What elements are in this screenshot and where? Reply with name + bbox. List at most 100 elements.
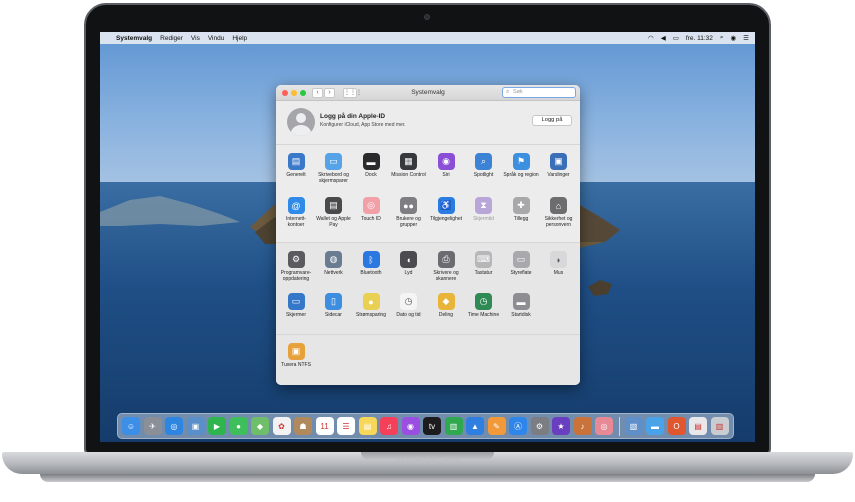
messages-icon[interactable]: ● [229, 417, 248, 435]
pref-item[interactable]: ◎ Touch ID [353, 197, 389, 223]
maps-icon[interactable]: ◆ [251, 417, 269, 435]
touch-id-dock-icon[interactable]: ◎ [595, 417, 613, 435]
sidecar-icon: ▯ [325, 293, 342, 310]
spotlight-icon: ⌕ [475, 153, 492, 170]
pref-item-label: Internett-kontoer [285, 216, 306, 228]
pref-item[interactable]: ♿ Tilgjengelighet [428, 197, 464, 223]
pref-item[interactable]: ▤ Generelt [278, 153, 314, 179]
photos-viewer-icon[interactable]: ▣ [186, 417, 205, 435]
documents-icon[interactable]: ▤ [689, 417, 707, 435]
app-store-icon[interactable]: Ⓐ [509, 417, 527, 435]
folder-icon[interactable]: ▬ [646, 417, 664, 435]
apple-id-subtitle: Konfigurer iCloud, App Store med mer. [320, 122, 406, 128]
pref-item[interactable]: ✚ Tillegg [503, 197, 539, 223]
pref-item[interactable]: ⌕ Spotlight [466, 153, 502, 179]
internet-accounts-icon: @ [287, 197, 305, 214]
control-menu-icon[interactable]: ☰ [743, 34, 749, 42]
pref-item[interactable]: ●● Brukere og grupper [391, 197, 427, 228]
music-icon[interactable]: ♫ [380, 417, 398, 435]
tv-icon[interactable]: tv [423, 417, 441, 435]
pref-item-label: Tilgjengelighet [429, 216, 463, 222]
facetime-icon[interactable]: ▶ [208, 417, 226, 435]
system-preferences-window: ‹ › ⋮⋮⋮ Systemvalg ⌕ Søk Logg på din App… [276, 85, 580, 385]
pref-item[interactable]: ▣ Tuxera NTFS [278, 343, 314, 369]
login-button[interactable]: Logg på [532, 115, 572, 126]
pref-item[interactable]: ▯ Sidecar [316, 293, 352, 319]
pref-item[interactable]: ◷ Dato og tid [391, 293, 427, 319]
software-update-icon: ⚙ [287, 251, 305, 268]
pref-item[interactable]: ▤ Wallet og Apple Pay [316, 197, 352, 228]
trash-icon[interactable]: ▥ [710, 417, 729, 435]
battery-icon[interactable]: ▭ [673, 34, 679, 42]
pref-item[interactable]: ◖ Lyd [391, 251, 427, 277]
pref-item[interactable]: @ Internett-kontoer [278, 197, 314, 228]
pref-item[interactable]: ◍ Nettverk [316, 251, 352, 277]
search-field[interactable]: ⌕ Søk [502, 87, 576, 98]
pref-item[interactable]: ● Strømsparing [353, 293, 389, 319]
mouse-icon: ◗ [550, 251, 567, 268]
search-menu-icon[interactable]: ⌕ [720, 34, 724, 42]
pref-item[interactable]: ◉ Siri [428, 153, 464, 179]
photos-icon[interactable]: ✿ [272, 417, 291, 435]
menu-app-name[interactable]: Systemvalg [116, 35, 152, 42]
pref-item[interactable]: ▦ Mission Control [391, 153, 427, 179]
pages-icon[interactable]: ✎ [487, 417, 506, 435]
printer-icon: ⎙ [437, 251, 455, 268]
wallet-icon: ▤ [325, 197, 342, 214]
garageband-icon[interactable]: ♪ [573, 417, 592, 435]
pref-item[interactable]: ⚙ Programvare-oppdatering [278, 251, 314, 282]
title-bar: ‹ › ⋮⋮⋮ Systemvalg ⌕ Søk [276, 85, 580, 101]
pref-item[interactable]: ⌂ Sikkerhet og personvern [541, 197, 577, 228]
menu-clock[interactable]: fre. 11:32 [686, 35, 713, 42]
podcasts-icon[interactable]: ◉ [401, 417, 420, 435]
dock-separator [618, 417, 620, 436]
pref-item[interactable]: ⌨ Tastatur [466, 251, 502, 277]
pref-item[interactable]: ᛒ Bluetooth [353, 251, 389, 277]
safari-icon[interactable]: ◎ [165, 417, 183, 435]
reminders-icon[interactable]: ☰ [337, 417, 355, 435]
status-area: ◠ ◀ ▭ fre. 11:32 ⌕ ◉ ☰ [648, 32, 749, 44]
wifi-icon[interactable]: ◠ [648, 34, 654, 42]
keynote-icon[interactable]: ▲ [466, 417, 484, 435]
system-preferences-icon[interactable]: ⚙ [530, 417, 549, 435]
screen: Systemvalg Rediger Vis Vindu Hjelp ◠ ◀ ▭… [100, 32, 755, 442]
pref-item[interactable]: ◆ Deling [428, 293, 464, 319]
pref-item[interactable]: ▭ Skjermer [278, 293, 314, 319]
imovie-icon[interactable]: ★ [552, 417, 570, 435]
siri-menu-icon[interactable]: ◉ [731, 34, 737, 42]
pref-item[interactable]: ◷ Time Machine [466, 293, 502, 319]
pref-item[interactable]: ⎙ Skrivere og skannere [428, 251, 464, 282]
pref-item[interactable]: ⚑ Språk og region [503, 153, 539, 179]
pref-item[interactable]: ◗ Mus [541, 251, 577, 277]
calendar-icon[interactable]: 11 [315, 417, 334, 435]
network-icon: ◍ [325, 251, 342, 268]
pref-item-label: Skjermtid [473, 216, 494, 222]
pref-item[interactable]: ⧗ Skjermtid [466, 197, 502, 223]
preferences-section-other: ▣ Tuxera NTFS [276, 335, 580, 385]
pref-item[interactable]: ▬ Dock [353, 153, 389, 179]
pref-item-label: Brukere og grupper [396, 216, 421, 228]
desktop-icon: ▭ [325, 153, 342, 170]
launchpad-icon[interactable]: ✈ [143, 417, 162, 435]
camera [424, 14, 430, 20]
preview-icon[interactable]: ▧ [624, 417, 643, 435]
contacts-icon[interactable]: ☗ [294, 417, 312, 435]
pref-item[interactable]: ▭ Skrivebord og skjermsparer [316, 153, 352, 184]
finder-icon[interactable]: ☺ [122, 417, 140, 435]
menu-rediger[interactable]: Rediger [160, 35, 183, 42]
menu-vindu[interactable]: Vindu [208, 35, 225, 42]
notes-icon[interactable]: ▤ [358, 417, 377, 435]
pref-item[interactable]: ▬ Startdisk [503, 293, 539, 319]
menu-hjelp[interactable]: Hjelp [232, 35, 247, 42]
menu-vis[interactable]: Vis [191, 35, 200, 42]
pref-item[interactable]: ▣ Varslinger [541, 153, 577, 179]
pref-item-label: Mus [553, 270, 564, 276]
avatar[interactable] [287, 108, 315, 136]
energy-icon: ● [362, 293, 380, 310]
volume-icon[interactable]: ◀ [661, 34, 666, 42]
office-icon[interactable]: O [667, 417, 686, 435]
pref-item-label: Tastatur [474, 270, 493, 276]
pref-item[interactable]: ▭ Styreflate [503, 251, 539, 277]
numbers-icon[interactable]: ▥ [444, 417, 463, 435]
pref-item-label: Sidecar [325, 312, 342, 318]
